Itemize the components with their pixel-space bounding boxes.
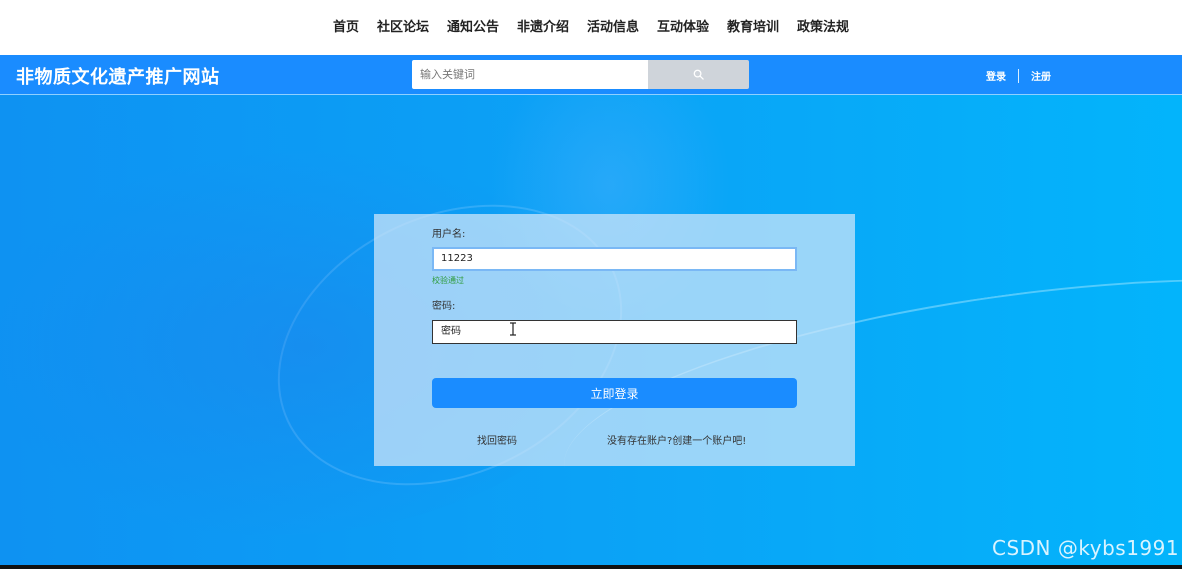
validation-message: 校验通过 (432, 276, 464, 285)
search-input[interactable] (412, 60, 648, 89)
login-link[interactable]: 登录 (986, 68, 1006, 83)
bottom-edge (0, 565, 1182, 569)
username-field[interactable]: 11223 (432, 247, 797, 271)
text-cursor-icon (510, 322, 516, 336)
username-label: 用户名: (432, 229, 466, 240)
nav-item-policies[interactable]: 政策法规 (788, 0, 858, 55)
forgot-password-link[interactable]: 找回密码 (477, 432, 517, 447)
nav-item-notices[interactable]: 通知公告 (438, 0, 508, 55)
header-bar: 非物质文化遗产推广网站 登录 注册 (0, 55, 1182, 95)
nav-item-interactive[interactable]: 互动体验 (648, 0, 718, 55)
search-button[interactable] (648, 60, 749, 89)
login-panel: 用户名: 11223 校验通过 密码: 密码 立即登录 找回密码 没有存在账户?… (374, 214, 855, 466)
nav-item-heritage-intro[interactable]: 非遗介绍 (508, 0, 578, 55)
password-field[interactable]: 密码 (432, 320, 797, 344)
auth-divider (1018, 68, 1019, 83)
password-label: 密码: (432, 301, 456, 312)
nav-item-education[interactable]: 教育培训 (718, 0, 788, 55)
auth-links: 登录 注册 (986, 68, 1051, 83)
login-submit-button[interactable]: 立即登录 (432, 378, 797, 408)
create-account-link[interactable]: 没有存在账户?创建一个账户吧! (607, 432, 746, 447)
register-link[interactable]: 注册 (1031, 68, 1051, 83)
site-title: 非物质文化遗产推广网站 (16, 67, 220, 88)
nav-item-forum[interactable]: 社区论坛 (368, 0, 438, 55)
nav-item-events[interactable]: 活动信息 (578, 0, 648, 55)
top-navigation: 首页 社区论坛 通知公告 非遗介绍 活动信息 互动体验 教育培训 政策法规 (0, 0, 1182, 55)
nav-item-home[interactable]: 首页 (324, 0, 368, 55)
search-icon (693, 69, 704, 80)
watermark: CSDN @kybs1991 (992, 536, 1180, 560)
